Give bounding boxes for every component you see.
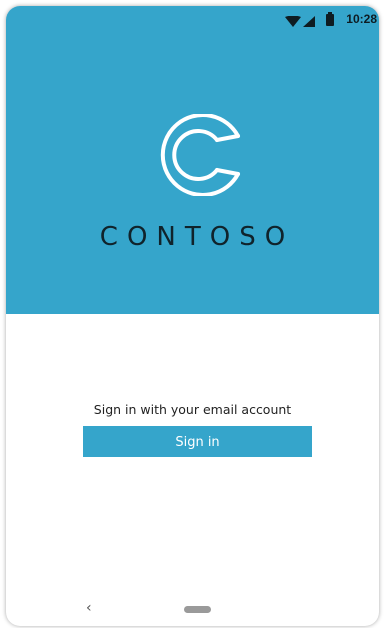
battery-icon	[326, 12, 334, 31]
back-icon[interactable]: ‹	[86, 600, 92, 616]
brand-header: 10:28 CONTOSO	[6, 6, 379, 314]
wifi-icon	[285, 14, 301, 32]
brand-name: CONTOSO	[99, 222, 295, 252]
signal-icon	[303, 14, 315, 32]
signin-prompt: Sign in with your email account	[93, 402, 292, 417]
signin-button[interactable]: Sign in	[83, 426, 312, 457]
status-time: 10:28	[346, 12, 377, 26]
contoso-logo-icon	[145, 113, 243, 201]
status-bar: 10:28	[6, 6, 379, 32]
phone-screen: 10:28 CONTOSO Sign in with your email ac…	[6, 6, 379, 626]
home-pill-icon[interactable]	[184, 606, 211, 613]
